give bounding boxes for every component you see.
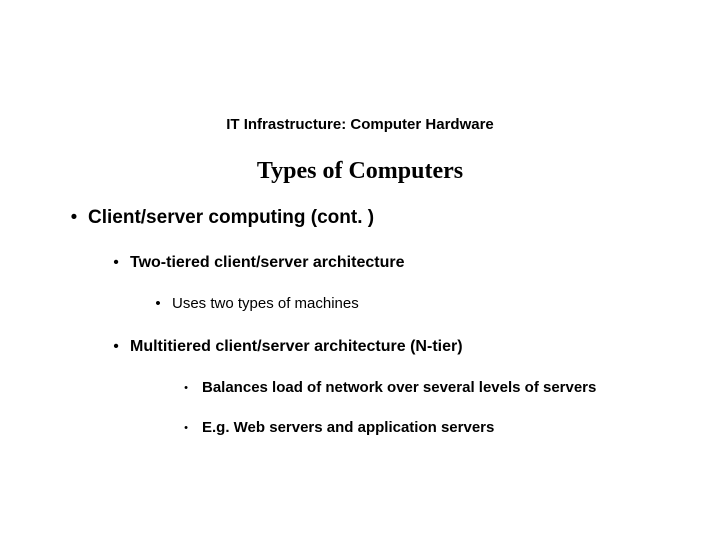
slide-pretitle: IT Infrastructure: Computer Hardware (0, 116, 720, 133)
bullet-level-2: • Multitiered client/server architecture… (102, 336, 680, 358)
bullet-marker: • (170, 378, 202, 398)
bullet-level-2: • Two-tiered client/server architecture (102, 252, 680, 274)
bullet-level-4: • E.g. Web servers and application serve… (170, 418, 680, 438)
bullet-text: Client/server computing (cont. ) (88, 206, 680, 230)
bullet-text: Uses two types of machines (172, 294, 680, 314)
slide-title: Types of Computers (0, 158, 720, 185)
bullet-marker: • (60, 206, 88, 230)
slide: IT Infrastructure: Computer Hardware Typ… (0, 0, 720, 540)
bullet-text: Two-tiered client/server architecture (130, 252, 680, 274)
bullet-marker: • (102, 336, 130, 358)
bullet-text: Multitiered client/server architecture (… (130, 336, 680, 358)
bullet-level-4: • Balances load of network over several … (170, 378, 680, 398)
slide-body: • Client/server computing (cont. ) • Two… (60, 200, 680, 446)
bullet-marker: • (144, 294, 172, 314)
bullet-text: Balances load of network over several le… (202, 378, 680, 398)
bullet-marker: • (102, 252, 130, 274)
bullet-text: E.g. Web servers and application servers (202, 418, 680, 438)
bullet-level-3: • Uses two types of machines (144, 294, 680, 314)
bullet-marker: • (170, 418, 202, 438)
bullet-level-1: • Client/server computing (cont. ) (60, 206, 680, 230)
